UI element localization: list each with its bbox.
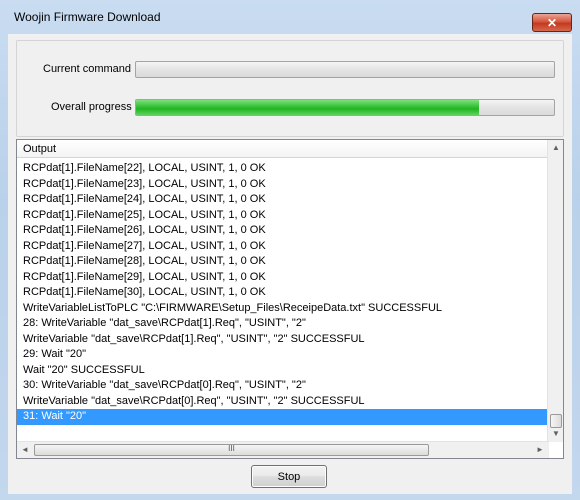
overall-progress-label: Overall progress (51, 101, 132, 113)
stop-button[interactable]: Stop (251, 465, 327, 488)
output-row[interactable]: RCPdat[1].FileName[30], LOCAL, USINT, 1,… (17, 285, 549, 301)
close-icon: ✕ (546, 15, 558, 30)
output-column-header[interactable]: Output (17, 140, 549, 158)
current-command-progress-bar (135, 61, 555, 78)
output-row[interactable]: RCPdat[1].FileName[25], LOCAL, USINT, 1,… (17, 208, 549, 224)
output-row[interactable]: 31: Wait "20" (17, 409, 549, 425)
output-row[interactable]: RCPdat[1].FileName[24], LOCAL, USINT, 1,… (17, 192, 549, 208)
scroll-down-icon[interactable]: ▼ (548, 426, 564, 442)
output-row[interactable]: RCPdat[1].FileName[23], LOCAL, USINT, 1,… (17, 177, 549, 193)
progress-group: Current command Overall progress (16, 40, 564, 137)
output-row[interactable]: Wait "20" SUCCESSFUL (17, 363, 549, 379)
output-row[interactable]: WriteVariable "dat_save\RCPdat[1].Req", … (17, 332, 549, 348)
output-row[interactable]: WriteVariable "dat_save\RCPdat[0].Req", … (17, 394, 549, 410)
output-row[interactable]: RCPdat[1].FileName[29], LOCAL, USINT, 1,… (17, 270, 549, 286)
overall-progress-fill (136, 100, 479, 115)
output-row[interactable]: 28: WriteVariable "dat_save\RCPdat[1].Re… (17, 316, 549, 332)
scroll-grip-icon: III (228, 444, 235, 453)
horizontal-scrollbar[interactable]: ◄ III ► (17, 441, 549, 458)
output-row[interactable]: WriteVariableListToPLC "C:\FIRMWARE\Setu… (17, 301, 549, 317)
client-area: Current command Overall progress Output … (8, 34, 572, 494)
current-command-label: Current command (43, 63, 132, 75)
app-window: Woojin Firmware Download ✕ Current comma… (0, 0, 580, 500)
output-row[interactable]: RCPdat[1].FileName[28], LOCAL, USINT, 1,… (17, 254, 549, 270)
output-row[interactable]: RCPdat[1].FileName[27], LOCAL, USINT, 1,… (17, 239, 549, 255)
close-button[interactable]: ✕ (532, 13, 572, 32)
scroll-right-icon[interactable]: ► (532, 442, 548, 458)
output-row[interactable]: 29: Wait "20" (17, 347, 549, 363)
output-rows: RCPdat[1].FileName[22], LOCAL, USINT, 1,… (17, 161, 549, 440)
window-title: Woojin Firmware Download (14, 10, 161, 24)
horizontal-scroll-thumb[interactable]: III (34, 444, 429, 456)
output-row[interactable]: RCPdat[1].FileName[22], LOCAL, USINT, 1,… (17, 161, 549, 177)
scroll-up-icon[interactable]: ▲ (548, 140, 564, 156)
output-row[interactable]: 30: WriteVariable "dat_save\RCPdat[0].Re… (17, 378, 549, 394)
vertical-scrollbar[interactable]: ▲ ▼ (547, 140, 563, 442)
overall-progress-bar (135, 99, 555, 116)
output-row[interactable]: RCPdat[1].FileName[26], LOCAL, USINT, 1,… (17, 223, 549, 239)
title-bar: Woojin Firmware Download ✕ (0, 0, 580, 34)
output-list[interactable]: Output RCPdat[1].FileName[22], LOCAL, US… (16, 139, 564, 459)
scroll-left-icon[interactable]: ◄ (17, 442, 33, 458)
